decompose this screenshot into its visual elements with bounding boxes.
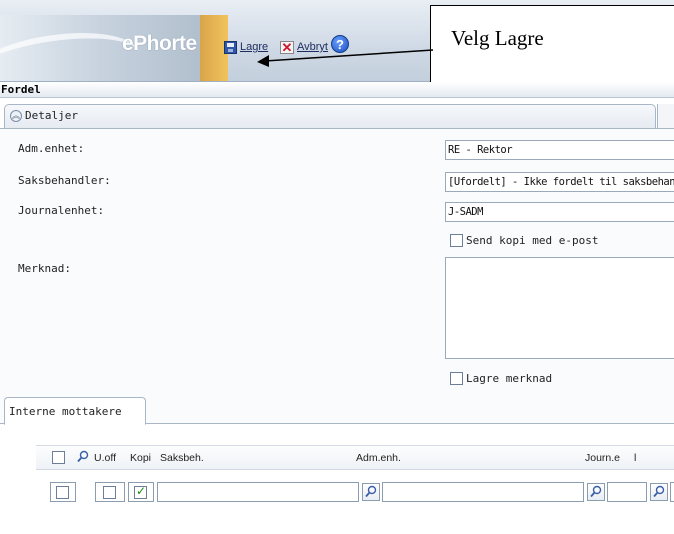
- callout-box: Velg Lagre: [430, 5, 674, 85]
- search-icon: [365, 485, 377, 498]
- search-icon[interactable]: [76, 450, 90, 464]
- select-all-checkbox[interactable]: [52, 451, 65, 464]
- row-uoff-cell: [95, 482, 125, 502]
- adm-enhet-label: Adm.enhet:: [18, 142, 85, 155]
- callout-arrow: [257, 49, 434, 67]
- section-title: Fordel: [0, 82, 674, 98]
- send-kopi-checkbox[interactable]: [450, 234, 463, 247]
- row-select-checkbox[interactable]: [56, 486, 69, 499]
- lagre-merknad-checkbox[interactable]: [450, 372, 463, 385]
- merknad-label: Merknad:: [18, 262, 71, 275]
- journ-input[interactable]: [607, 482, 647, 502]
- col-kopi: Kopi: [130, 452, 152, 464]
- panel-tab-detaljer[interactable]: ︽ Detaljer: [4, 104, 656, 128]
- journalenhet-label: Journalenhet:: [18, 204, 105, 217]
- overflow-cell: [670, 482, 674, 502]
- row-select-cell: [50, 482, 76, 502]
- saksbeh-search-button[interactable]: [362, 483, 380, 501]
- search-icon: [590, 485, 602, 498]
- grid-header: U.off Kopi Saksbeh. Adm.enh. Journ.e l: [36, 445, 674, 469]
- col-uoff: U.off: [94, 452, 116, 464]
- collapse-icon[interactable]: ︽: [10, 110, 22, 122]
- admenh-input[interactable]: [382, 482, 584, 502]
- search-icon: [653, 485, 665, 498]
- col-more: l: [634, 452, 637, 464]
- row-kopi-cell: [128, 482, 154, 502]
- adm-enhet-field[interactable]: RE - Rektor: [445, 140, 674, 160]
- col-journ: Journ.e: [585, 452, 621, 464]
- saksbehandler-label: Saksbehandler:: [18, 174, 111, 187]
- callout-text: Velg Lagre: [451, 26, 544, 50]
- saksbehandler-field[interactable]: [Ufordelt] - Ikke fordelt til saksbehand…: [445, 172, 674, 192]
- send-kopi-label: Send kopi med e-post: [466, 234, 599, 247]
- journ-search-button[interactable]: [650, 483, 668, 501]
- merknad-textarea[interactable]: [445, 257, 674, 359]
- panel-tab-label: Detaljer: [25, 109, 78, 122]
- lagre-merknad-label: Lagre merknad: [466, 372, 553, 385]
- col-saksbeh: Saksbeh.: [160, 452, 204, 464]
- tab-interne-mottakere[interactable]: Interne mottakere: [4, 397, 146, 425]
- ephorte-logo: ePhorte: [0, 15, 215, 81]
- lagre-merknad-row: Lagre merknad: [450, 372, 552, 385]
- journalenhet-field[interactable]: J-SADM: [445, 202, 674, 222]
- admenh-search-button[interactable]: [587, 483, 605, 501]
- logo-text: ePhorte: [122, 32, 197, 55]
- row-kopi-checkbox[interactable]: [134, 484, 147, 499]
- row-uoff-checkbox[interactable]: [103, 486, 116, 499]
- col-admenh: Adm.enh.: [356, 452, 401, 464]
- saksbeh-input[interactable]: [157, 482, 359, 502]
- panel-tab-edge: [657, 104, 674, 128]
- save-icon: [224, 40, 237, 54]
- send-kopi-row: Send kopi med e-post: [450, 234, 598, 247]
